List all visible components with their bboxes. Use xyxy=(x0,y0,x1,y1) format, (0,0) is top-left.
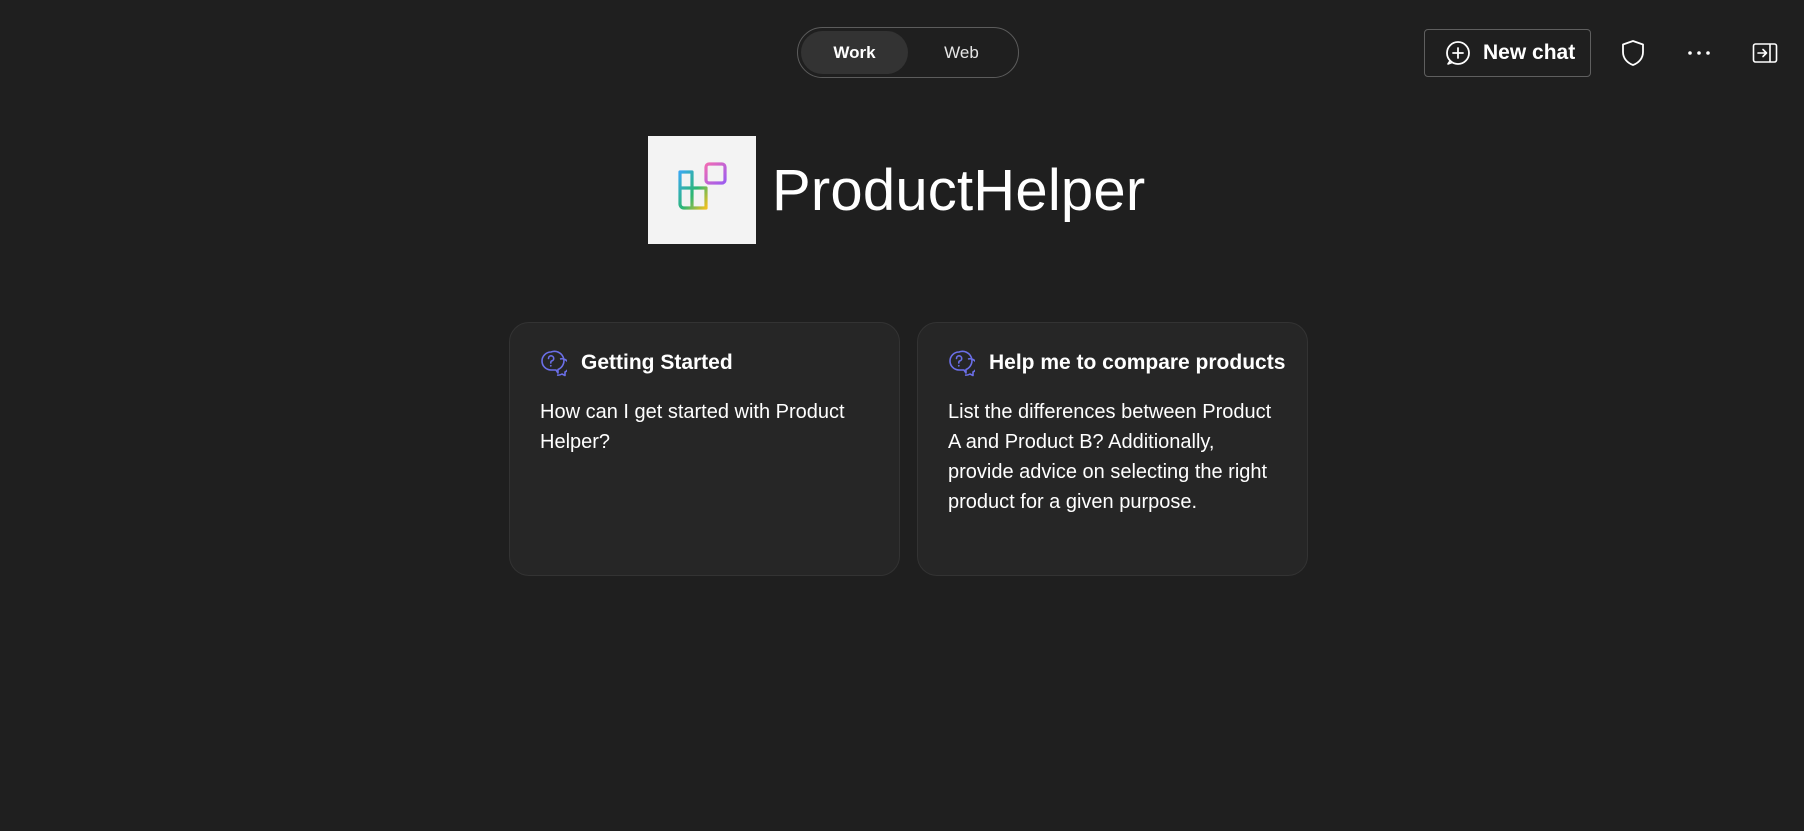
new-chat-button[interactable]: New chat xyxy=(1424,29,1591,77)
app-window: Work Web New chat ProductHelper Getting … xyxy=(0,0,1804,831)
shield-icon[interactable] xyxy=(1617,37,1649,69)
web-tab[interactable]: Web xyxy=(908,31,1015,74)
chat-help-icon xyxy=(948,350,975,377)
card-title: Help me to compare products xyxy=(989,351,1286,374)
plus-circle-icon xyxy=(1445,40,1471,66)
agent-header: ProductHelper xyxy=(648,136,1145,244)
prompt-card-compare-products[interactable]: Help me to compare products List the dif… xyxy=(917,322,1308,576)
card-body: How can I get started with Product Helpe… xyxy=(540,401,845,453)
app-grid-logo xyxy=(648,136,756,244)
card-body: List the differences between Product A a… xyxy=(948,401,1272,513)
mode-toggle: Work Web xyxy=(797,27,1019,78)
more-icon[interactable] xyxy=(1683,37,1715,69)
card-title: Getting Started xyxy=(581,351,733,374)
prompt-card-getting-started[interactable]: Getting Started How can I get started wi… xyxy=(509,322,900,576)
work-tab[interactable]: Work xyxy=(801,31,908,74)
chat-help-icon xyxy=(540,350,567,377)
agent-name: ProductHelper xyxy=(772,157,1146,223)
open-panel-icon[interactable] xyxy=(1749,37,1781,69)
new-chat-label: New chat xyxy=(1483,41,1576,64)
